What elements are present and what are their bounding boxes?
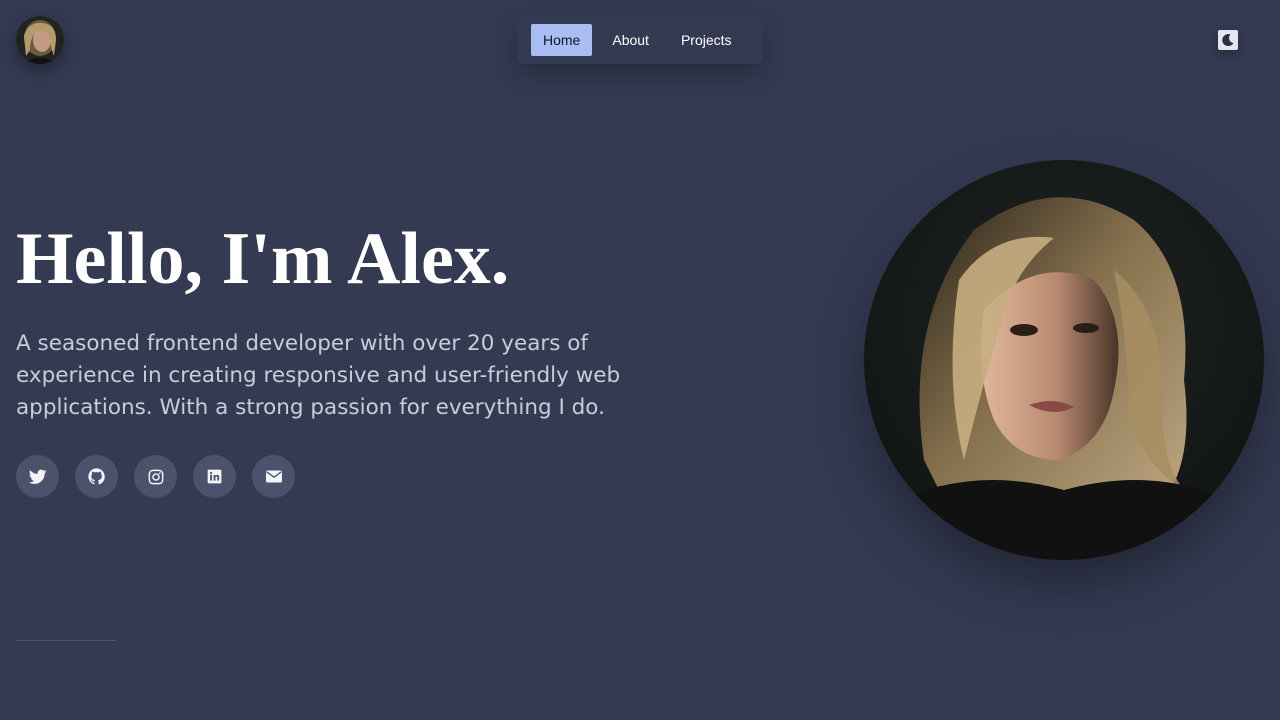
nav-about[interactable]: About [600,24,661,56]
linkedin-link[interactable] [193,455,236,498]
instagram-icon [148,469,163,484]
nav-home[interactable]: Home [531,24,593,56]
mail-icon [265,470,282,483]
twitter-link[interactable] [16,455,59,498]
email-link[interactable] [252,455,295,498]
avatar[interactable] [16,16,64,64]
social-links [16,455,295,498]
twitter-icon [28,469,47,484]
main-nav: Home About Projects [517,16,763,64]
portrait-photo [864,160,1264,560]
section-divider [16,640,116,641]
github-icon [88,468,105,485]
nav-projects[interactable]: Projects [669,24,744,56]
linkedin-icon [207,469,222,484]
portrait-image [864,160,1264,560]
theme-toggle-button[interactable] [1218,30,1238,50]
github-link[interactable] [75,455,118,498]
moon-icon [1222,34,1234,47]
hero-description: A seasoned frontend developer with over … [16,331,621,420]
avatar-photo [16,16,64,64]
hero-title: Hello, I'm Alex. [16,218,510,300]
instagram-link[interactable] [134,455,177,498]
